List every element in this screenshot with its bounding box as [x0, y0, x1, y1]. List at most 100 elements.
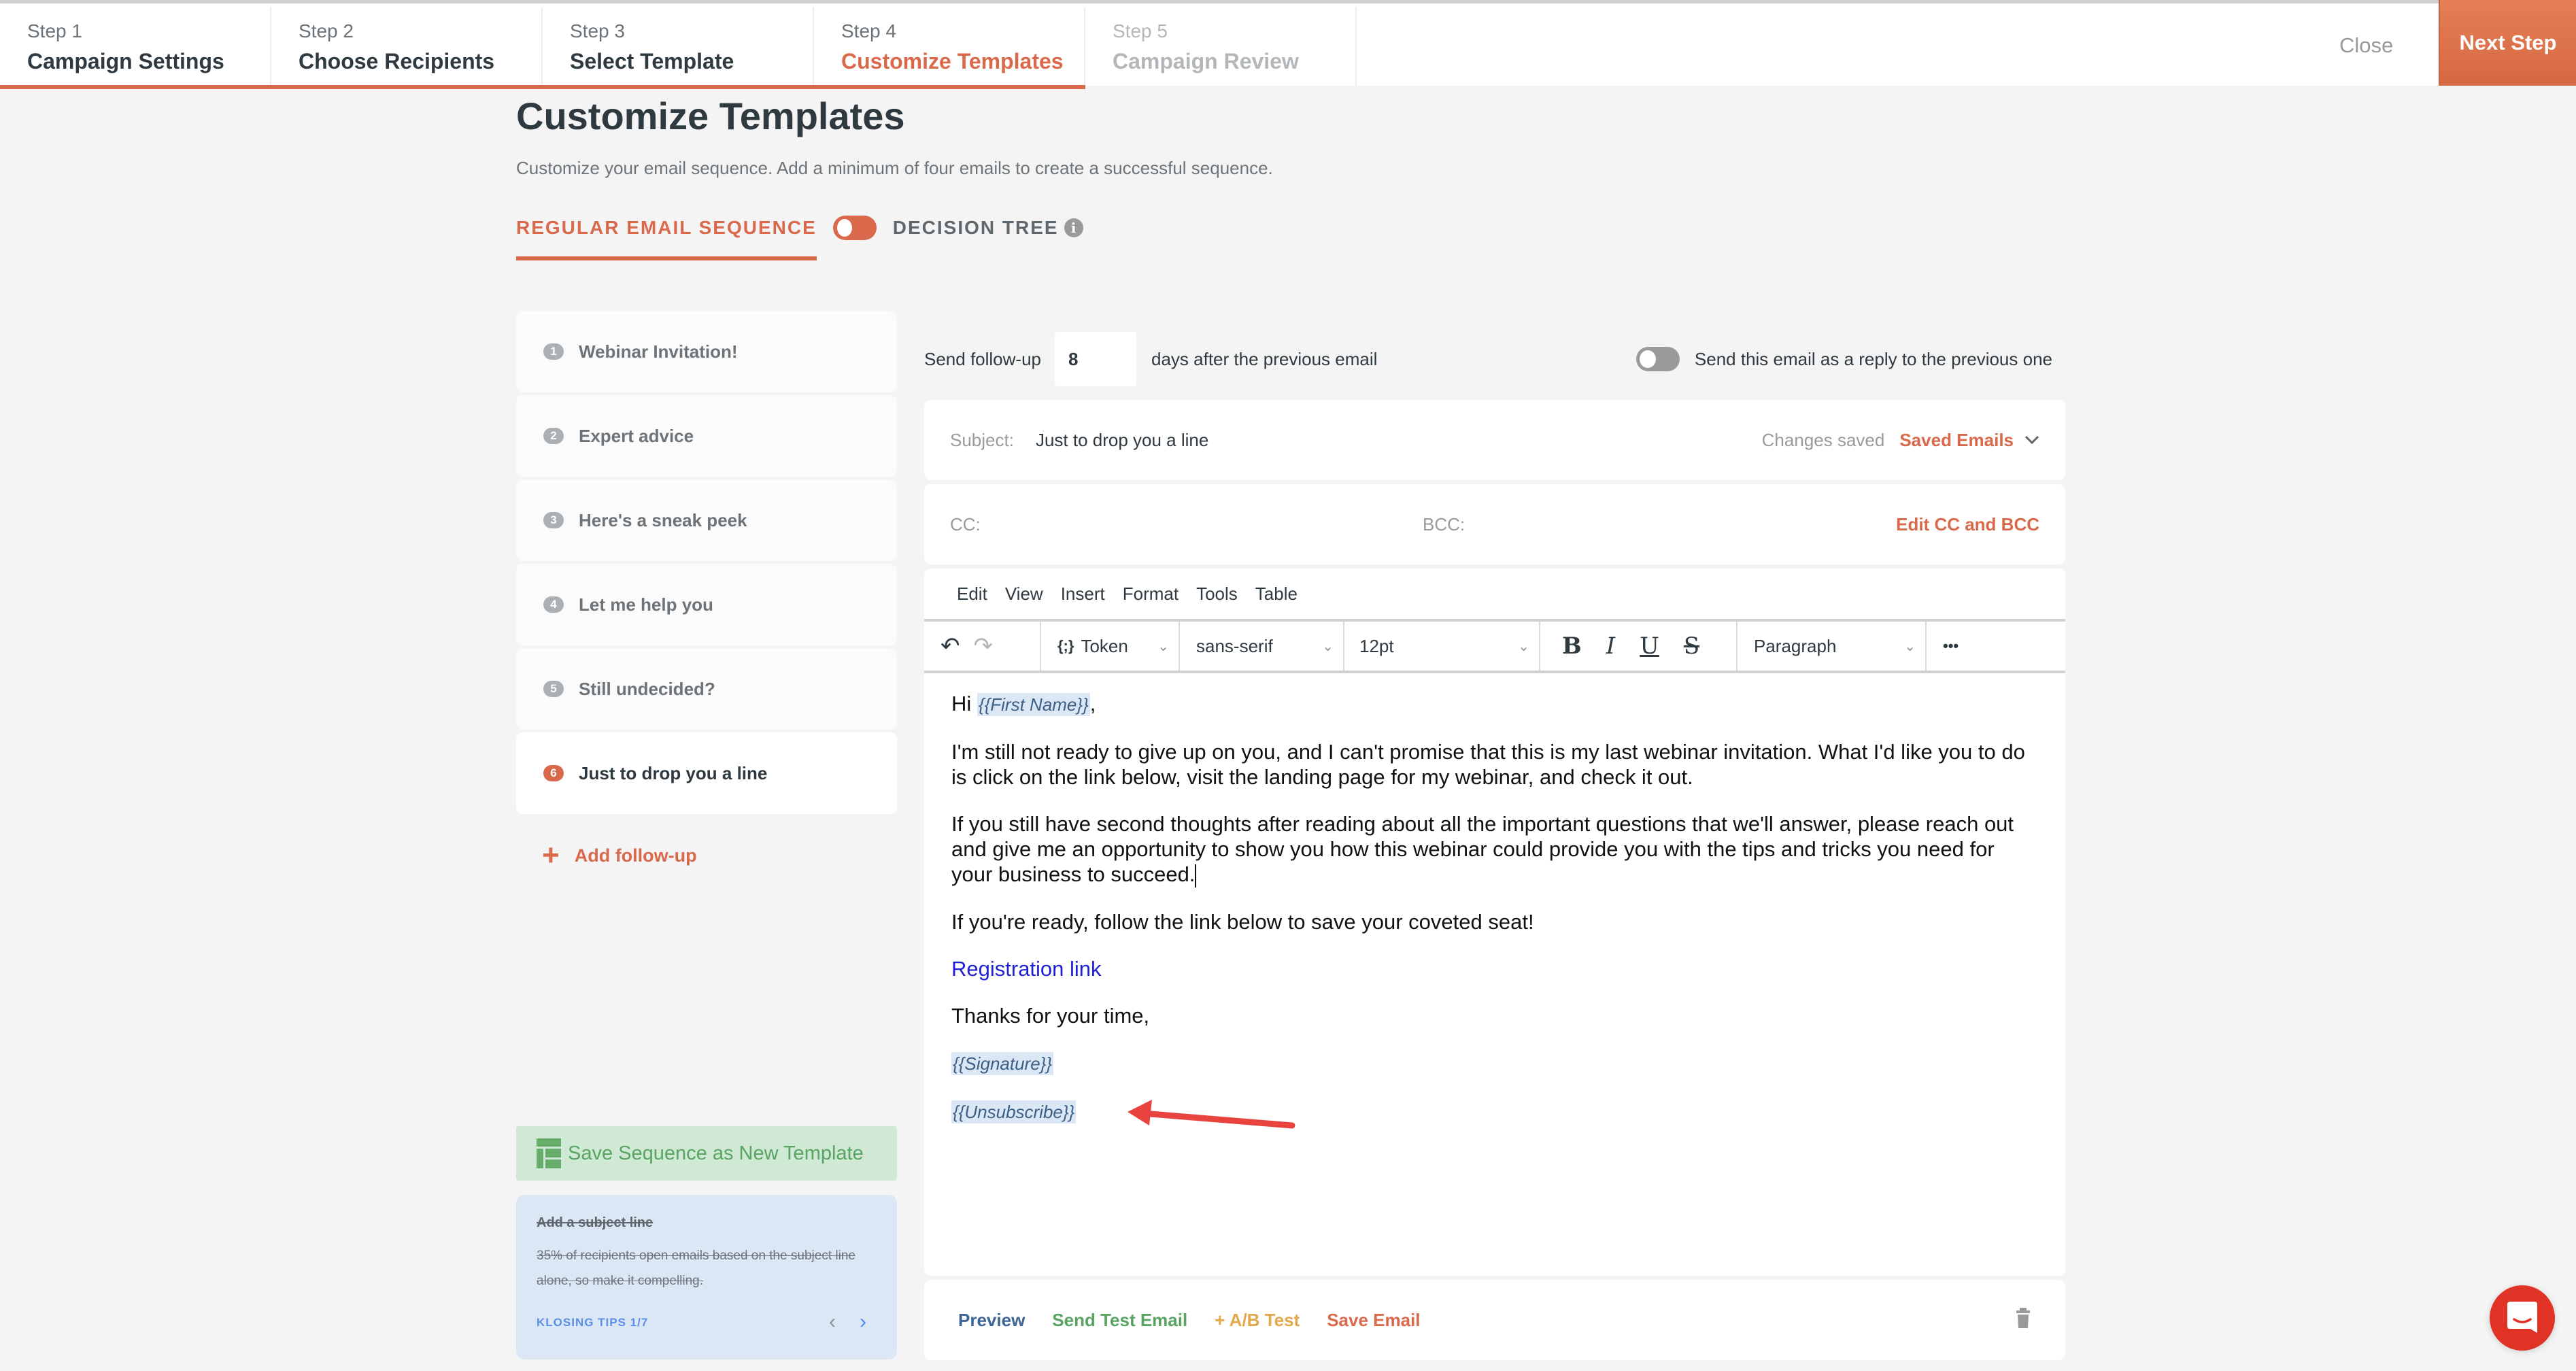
tip-counter: KLOSING TIPS 1/7 [537, 1316, 649, 1329]
mode-regular-email-sequence[interactable]: REGULAR EMAIL SEQUENCE [516, 217, 817, 260]
step-number: Step 2 [299, 20, 354, 41]
registration-link[interactable]: Registration link [951, 957, 1102, 981]
step-label: Select Template [570, 49, 734, 73]
token-icon: {;} [1057, 637, 1074, 654]
body-paragraph: If you still have second thoughts after … [951, 812, 2014, 886]
reply-toggle-label: Send this email as a reply to the previo… [1694, 348, 2052, 369]
font-size-dropdown[interactable]: 12pt ⌄ [1343, 622, 1540, 671]
sequence-item[interactable]: 4 Let me help you [516, 564, 897, 645]
tip-body: 35% of recipients open emails based on t… [537, 1249, 855, 1288]
sequence-number-badge: 3 [543, 512, 564, 528]
signature-token[interactable]: {{Signature}} [951, 1051, 1054, 1075]
save-sequence-as-template-button[interactable]: Save Sequence as New Template [516, 1126, 897, 1181]
step-choose-recipients[interactable]: Step 2 Choose Recipients [271, 7, 543, 89]
email-editor: Edit View Insert Format Tools Table ↶ ↷ … [924, 569, 2065, 1276]
sequence-item-active[interactable]: 6 Just to drop you a line [516, 732, 897, 814]
ab-test-button[interactable]: + A/B Test [1215, 1310, 1300, 1331]
reply-toggle[interactable] [1636, 347, 1680, 371]
bcc-field[interactable]: BCC: [1423, 514, 1465, 535]
email-body[interactable]: Hi {{First Name}}, I'm still not ready t… [924, 673, 2065, 1164]
redo-icon[interactable]: ↷ [967, 632, 1000, 660]
step-customize-templates[interactable]: Step 4 Customize Templates [814, 7, 1085, 89]
cc-field[interactable]: CC: [950, 514, 1423, 535]
sequence-number-badge: 2 [543, 428, 564, 444]
bold-button[interactable]: B [1550, 632, 1594, 660]
sequence-item[interactable]: 3 Here's a sneak peek [516, 479, 897, 561]
save-sequence-label: Save Sequence as New Template [568, 1142, 864, 1164]
sequence-item-name: Still undecided? [579, 678, 715, 699]
menu-tools[interactable]: Tools [1196, 583, 1238, 605]
send-test-email-button[interactable]: Send Test Email [1052, 1310, 1187, 1331]
token-dropdown[interactable]: {;} Token ⌄ [1041, 622, 1180, 671]
saved-emails-dropdown[interactable]: Saved Emails [1899, 430, 2014, 451]
italic-button[interactable]: I [1594, 632, 1627, 660]
email-sequence-list: 1 Webinar Invitation! 2 Expert advice 3 … [516, 311, 897, 817]
sequence-item-name: Let me help you [579, 594, 713, 615]
menu-table[interactable]: Table [1255, 583, 1298, 605]
save-status: Changes saved [1761, 429, 1885, 450]
close-button[interactable]: Close [2339, 33, 2393, 58]
editor-menubar: Edit View Insert Format Tools Table [924, 569, 2065, 619]
days-input[interactable] [1055, 332, 1136, 386]
block-format-value: Paragraph [1754, 635, 1837, 656]
mode-decision-tree[interactable]: DECISION TREE [893, 217, 1059, 239]
step-label: Campaign Settings [27, 49, 224, 73]
underline-button[interactable]: U [1627, 632, 1672, 660]
first-name-token[interactable]: {{First Name}} [977, 693, 1090, 716]
unsubscribe-token[interactable]: {{Unsubscribe}} [951, 1100, 1077, 1123]
chevron-left-icon[interactable]: ‹ [829, 1310, 836, 1334]
menu-format[interactable]: Format [1123, 583, 1179, 605]
undo-icon[interactable]: ↶ [934, 632, 967, 660]
sequence-number-badge: 5 [543, 681, 564, 697]
save-email-button[interactable]: Save Email [1327, 1310, 1420, 1331]
menu-view[interactable]: View [1005, 583, 1043, 605]
sequence-item-name: Expert advice [579, 425, 694, 446]
sequence-number-badge: 4 [543, 596, 564, 613]
token-label: Token [1081, 635, 1128, 656]
step-number: Step 1 [27, 20, 82, 41]
font-family-value: sans-serif [1196, 635, 1273, 656]
follow-up-suffix: days after the previous email [1151, 348, 1378, 369]
trash-icon[interactable] [2015, 1307, 2031, 1333]
cc-bcc-card: CC: BCC: Edit CC and BCC [924, 484, 2065, 564]
greeting-text: Hi [951, 692, 972, 715]
subject-input[interactable]: Just to drop you a line [1036, 430, 1208, 451]
chevron-down-icon[interactable] [2024, 431, 2039, 449]
block-format-dropdown[interactable]: Paragraph ⌄ [1738, 622, 1927, 671]
step-select-template[interactable]: Step 3 Select Template [543, 7, 814, 89]
body-paragraph: I'm still not ready to give up on you, a… [951, 740, 2025, 789]
chevron-right-icon[interactable]: › [860, 1310, 866, 1334]
strikethrough-button[interactable]: S [1672, 632, 1712, 660]
font-family-dropdown[interactable]: sans-serif ⌄ [1180, 622, 1344, 671]
sequence-item[interactable]: 1 Webinar Invitation! [516, 311, 897, 392]
preview-button[interactable]: Preview [958, 1310, 1025, 1331]
step-number: Step 4 [841, 20, 896, 41]
add-follow-up-label: Add follow-up [574, 845, 697, 866]
info-icon[interactable]: i [1064, 218, 1083, 237]
step-campaign-settings[interactable]: Step 1 Campaign Settings [0, 7, 271, 89]
next-step-button[interactable]: Next Step [2439, 0, 2576, 86]
step-label: Campaign Review [1113, 49, 1299, 73]
subject-card: Subject: Just to drop you a line Changes… [924, 400, 2065, 480]
annotation-arrow-icon [1128, 1100, 1295, 1129]
follow-up-settings: Send follow-up days after the previous e… [924, 330, 2067, 388]
step-number: Step 3 [570, 20, 625, 41]
plus-icon: + [542, 839, 560, 872]
email-actions-bar: Preview Send Test Email + A/B Test Save … [924, 1280, 2065, 1360]
subject-label: Subject: [950, 429, 1014, 450]
menu-edit[interactable]: Edit [957, 583, 987, 605]
sequence-item[interactable]: 2 Expert advice [516, 395, 897, 477]
sequence-item[interactable]: 5 Still undecided? [516, 648, 897, 730]
add-follow-up-button[interactable]: + Add follow-up [542, 841, 697, 870]
edit-cc-bcc-link[interactable]: Edit CC and BCC [1896, 514, 2039, 535]
sequence-item-name: Just to drop you a line [579, 762, 768, 783]
step-campaign-review[interactable]: Step 5 Campaign Review [1085, 7, 1357, 86]
sequence-number-badge: 1 [543, 343, 564, 360]
font-size-value: 12pt [1359, 635, 1394, 656]
chat-support-button[interactable] [2490, 1285, 2555, 1351]
text-caret [1195, 864, 1197, 887]
more-options-icon[interactable]: ••• [1936, 637, 1965, 655]
mode-toggle[interactable] [832, 216, 877, 240]
menu-insert[interactable]: Insert [1061, 583, 1105, 605]
step-number: Step 5 [1113, 20, 1168, 41]
